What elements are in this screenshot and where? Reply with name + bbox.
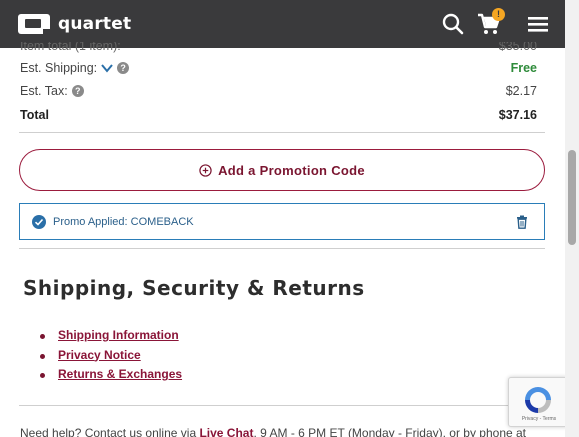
plus-circle-icon: [199, 163, 212, 177]
help-text: Need help? Contact us online via Live Ch…: [20, 426, 526, 437]
list-item: Shipping Information: [40, 328, 182, 348]
total-label: Total: [20, 108, 49, 122]
privacy-notice-link[interactable]: Privacy Notice: [58, 348, 141, 362]
tax-label: Est. Tax:: [20, 84, 68, 98]
promo-button-label: Add a Promotion Code: [218, 162, 365, 178]
brand-name: quartet: [58, 14, 132, 34]
list-item: Privacy Notice: [40, 348, 182, 368]
add-promotion-code-button[interactable]: Add a Promotion Code: [19, 149, 545, 191]
recaptcha-icon: [525, 387, 551, 413]
live-chat-link[interactable]: Live Chat: [199, 426, 253, 437]
scrollbar-thumb[interactable]: [568, 150, 576, 245]
shipping-label: Est. Shipping:: [20, 61, 98, 75]
summary-divider: [19, 132, 545, 133]
section-title: Shipping, Security & Returns: [23, 276, 365, 300]
total-row: Total $37.16: [20, 105, 537, 125]
recaptcha-terms: Privacy - Terms: [521, 416, 557, 422]
chevron-down-icon[interactable]: [101, 63, 113, 73]
quartet-logo[interactable]: quartet: [18, 14, 132, 35]
help-prefix: Need help? Contact us online via: [20, 426, 200, 437]
tax-help-icon[interactable]: ?: [71, 85, 84, 97]
total-value: $37.16: [498, 108, 537, 122]
shipping-information-link[interactable]: Shipping Information: [58, 328, 179, 342]
recaptcha-badge[interactable]: Privacy - Terms: [508, 377, 568, 427]
policy-links-list: Shipping Information Privacy Notice Retu…: [40, 328, 182, 387]
promo-applied-banner: Promo Applied: COMEBACK: [19, 203, 545, 240]
section-divider: [19, 405, 545, 406]
cart-badge: !: [492, 8, 505, 21]
site-header: quartet !: [0, 0, 565, 48]
trash-icon[interactable]: [516, 215, 528, 229]
help-suffix: , 9 AM - 6 PM ET (Monday - Friday), or b…: [253, 426, 527, 437]
hamburger-menu-icon[interactable]: [526, 12, 550, 36]
tax-value: $2.17: [505, 84, 537, 98]
list-item: Returns & Exchanges: [40, 367, 182, 387]
shipping-row: Est. Shipping: ? Free: [20, 58, 537, 78]
promo-applied-text: Promo Applied: COMEBACK: [53, 215, 194, 228]
returns-exchanges-link[interactable]: Returns & Exchanges: [58, 367, 182, 381]
shipping-help-icon[interactable]: ?: [117, 62, 130, 74]
check-circle-icon: [32, 214, 46, 229]
shipping-value: Free: [510, 61, 537, 75]
search-icon[interactable]: [441, 12, 465, 36]
logo-mark-icon: [18, 14, 51, 35]
promo-divider: [19, 248, 545, 249]
page-scrollbar[interactable]: [565, 0, 579, 437]
tax-row: Est. Tax: ? $2.17: [20, 81, 537, 101]
